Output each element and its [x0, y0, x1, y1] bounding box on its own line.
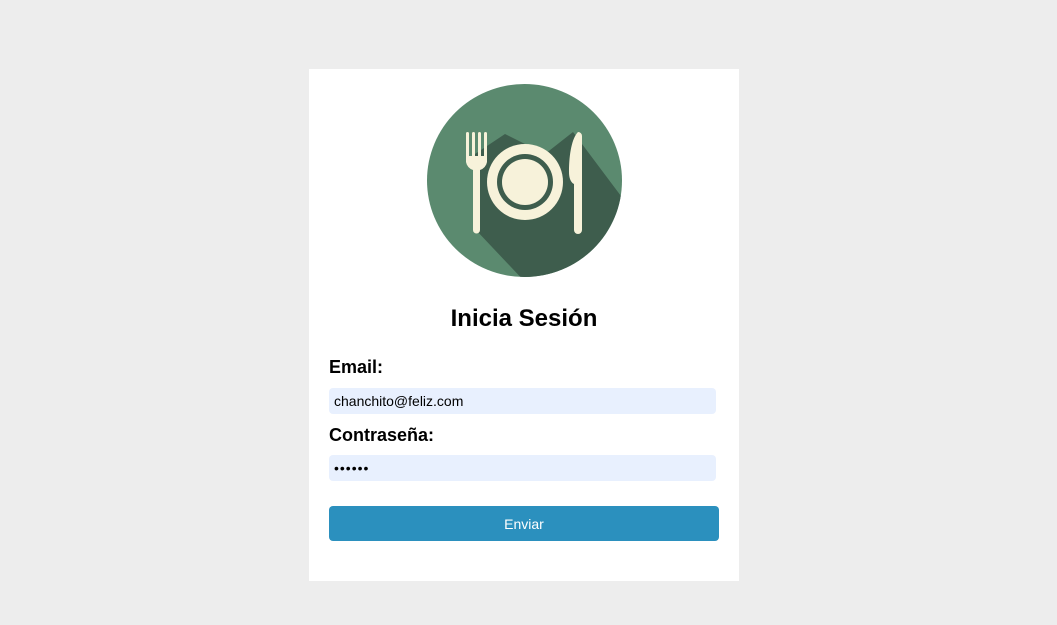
password-field[interactable] — [329, 455, 716, 481]
email-field[interactable] — [329, 388, 716, 414]
password-label: Contraseña: — [329, 425, 435, 445]
page-title: Inicia Sesión — [450, 305, 598, 332]
submit-button[interactable]: Enviar — [329, 506, 719, 541]
plate-fork-knife-icon — [427, 84, 622, 277]
login-card: Inicia Sesión Email: Contraseña: Enviar — [309, 69, 739, 581]
email-label: Email: — [329, 357, 384, 377]
